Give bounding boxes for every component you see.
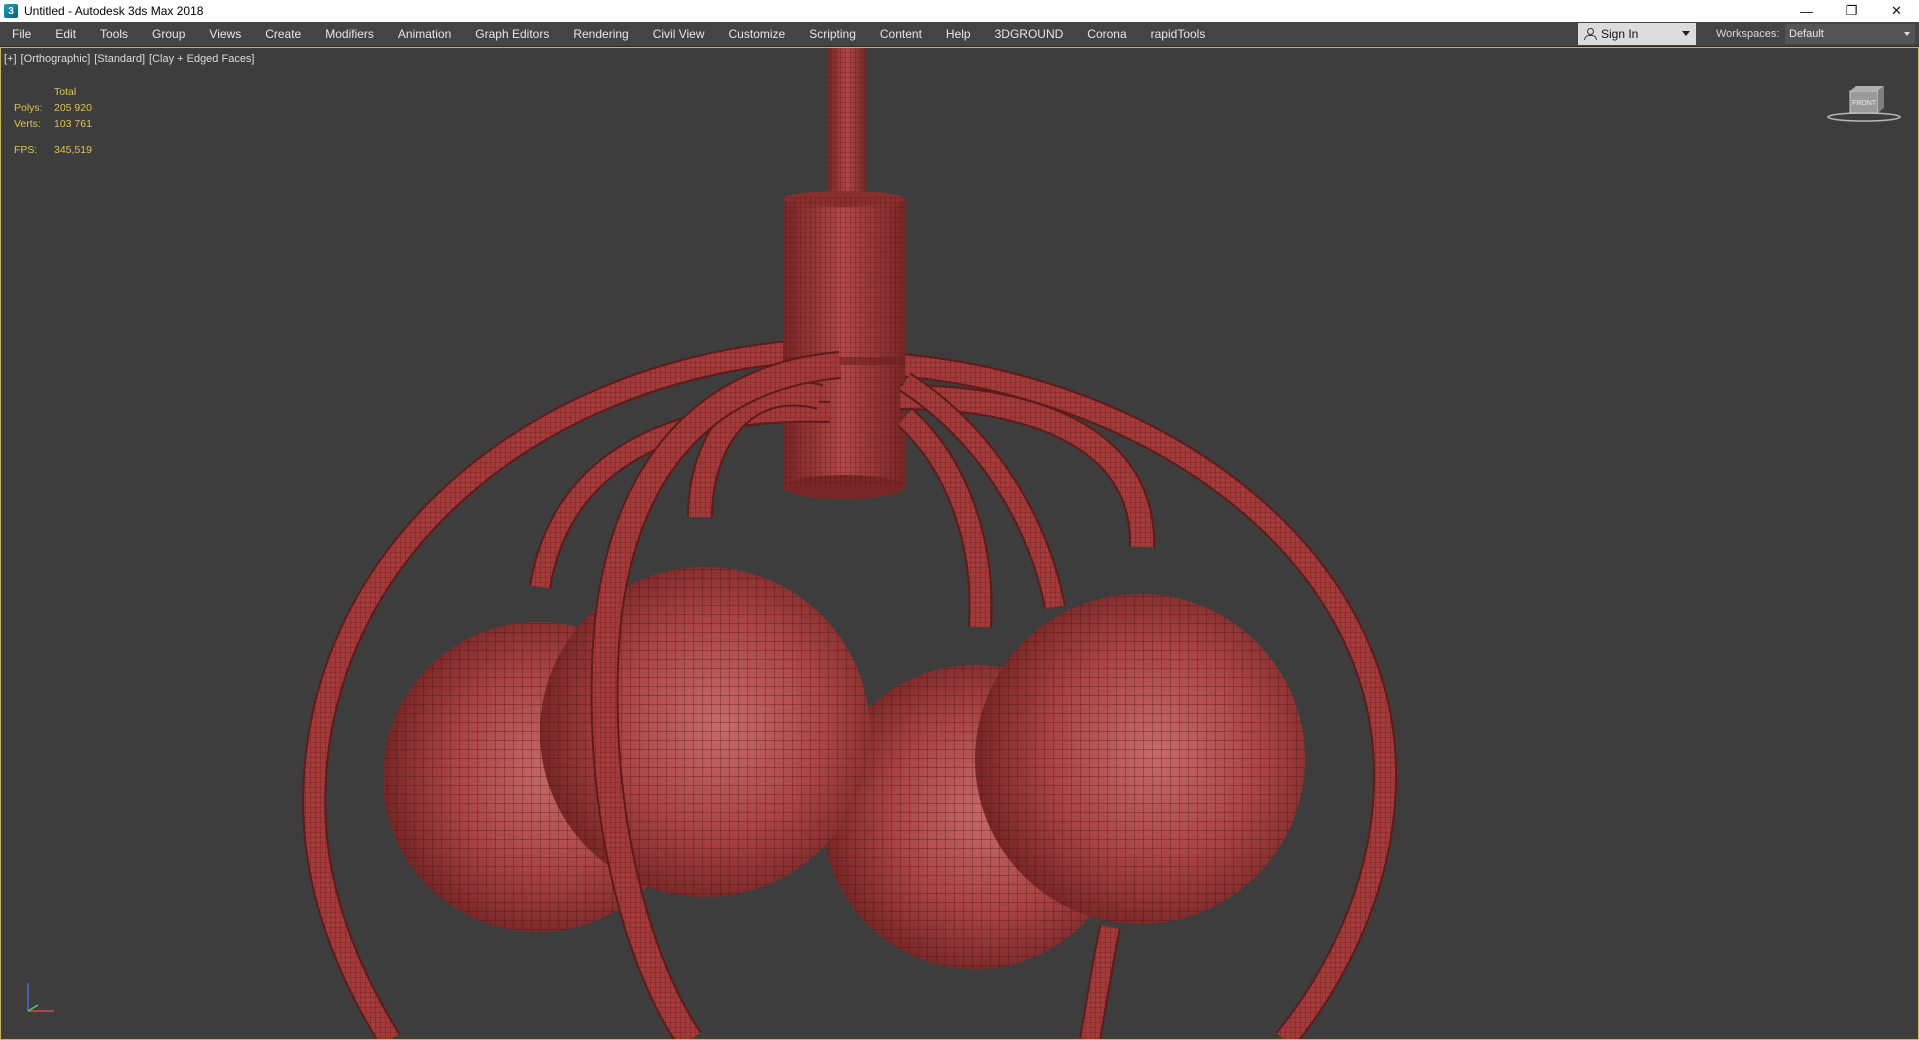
polys-value: 205 920 bbox=[54, 102, 92, 114]
globe-front-right bbox=[975, 594, 1305, 924]
workspaces-label: Workspaces: bbox=[1716, 28, 1780, 40]
menu-group[interactable]: Group bbox=[140, 22, 197, 46]
verts-value: 103 761 bbox=[54, 118, 92, 130]
menu-graph-editors[interactable]: Graph Editors bbox=[463, 22, 561, 46]
viewport-shading-standard[interactable]: [Standard] bbox=[94, 53, 145, 65]
window-title: Untitled - Autodesk 3ds Max 2018 bbox=[24, 4, 204, 18]
viewport-display-mode[interactable]: [Clay + Edged Faces] bbox=[149, 53, 254, 65]
hanging-rod bbox=[828, 47, 866, 202]
sign-in-label: Sign In bbox=[1601, 27, 1639, 41]
menu-bar: File Edit Tools Group Views Create Modif… bbox=[0, 22, 1919, 47]
chandelier-model bbox=[302, 47, 1398, 1040]
menu-corona[interactable]: Corona bbox=[1075, 22, 1138, 46]
viewport-labels: [+] [Orthographic] [Standard] [Clay + Ed… bbox=[4, 53, 255, 65]
globe-front-left bbox=[540, 567, 870, 897]
viewport-menu-plus[interactable]: [+] bbox=[4, 53, 17, 65]
menu-tools[interactable]: Tools bbox=[88, 22, 140, 46]
canopy-cylinder bbox=[783, 191, 905, 499]
menu-help[interactable]: Help bbox=[934, 22, 983, 46]
viewcube-face-label: FRONT bbox=[1852, 100, 1877, 107]
menu-edit[interactable]: Edit bbox=[43, 22, 88, 46]
menu-civil-view[interactable]: Civil View bbox=[641, 22, 717, 46]
app-icon[interactable]: 3 bbox=[4, 4, 18, 18]
polys-label: Polys: bbox=[14, 102, 43, 114]
menu-3dground[interactable]: 3DGROUND bbox=[983, 22, 1076, 46]
fps-value: 345,519 bbox=[54, 144, 92, 156]
axis-tripod-icon bbox=[27, 983, 54, 1012]
menu-rapidtools[interactable]: rapidTools bbox=[1139, 22, 1218, 46]
menu-create[interactable]: Create bbox=[253, 22, 313, 46]
title-bar: 3 Untitled - Autodesk 3ds Max 2018 — ❐ ✕ bbox=[0, 0, 1919, 23]
minimize-button[interactable]: — bbox=[1784, 0, 1829, 22]
menu-animation[interactable]: Animation bbox=[386, 22, 463, 46]
user-icon bbox=[1584, 28, 1597, 40]
chevron-down-icon bbox=[1682, 31, 1690, 36]
menu-rendering[interactable]: Rendering bbox=[561, 22, 640, 46]
stats-header: Total bbox=[54, 86, 77, 98]
viewport-statistics: Total Polys: 205 920 Verts: 103 761 FPS: 34… bbox=[14, 84, 92, 158]
close-button[interactable]: ✕ bbox=[1874, 0, 1919, 22]
menu-content[interactable]: Content bbox=[868, 22, 934, 46]
verts-label: Verts: bbox=[14, 118, 41, 130]
workspace-value: Default bbox=[1789, 28, 1824, 40]
viewcube[interactable]: FRONT bbox=[1826, 83, 1902, 123]
workspaces-dropdown[interactable]: Default bbox=[1785, 24, 1915, 44]
menu-customize[interactable]: Customize bbox=[717, 22, 798, 46]
fps-label: FPS: bbox=[14, 144, 38, 156]
window-controls: — ❐ ✕ bbox=[1784, 0, 1919, 22]
menu-scripting[interactable]: Scripting bbox=[797, 22, 868, 46]
sign-in-button[interactable]: Sign In bbox=[1578, 23, 1696, 45]
viewport-point-of-view[interactable]: [Orthographic] bbox=[21, 53, 91, 65]
menu-modifiers[interactable]: Modifiers bbox=[313, 22, 386, 46]
menu-views[interactable]: Views bbox=[197, 22, 253, 46]
menu-file[interactable]: File bbox=[0, 22, 43, 46]
chevron-down-icon bbox=[1904, 32, 1910, 36]
perspective-viewport[interactable]: [+] [Orthographic] [Standard] [Clay + Ed… bbox=[0, 47, 1919, 1040]
arm-lower-right bbox=[1079, 924, 1121, 1040]
restore-button[interactable]: ❐ bbox=[1829, 0, 1874, 22]
